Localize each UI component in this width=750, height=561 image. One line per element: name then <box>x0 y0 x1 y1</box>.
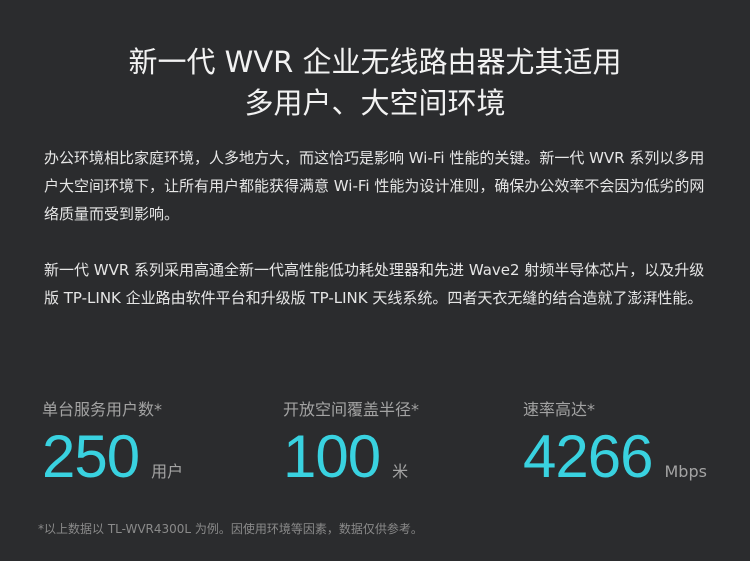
stat-value: 250 <box>42 423 140 490</box>
stat-value: 100 <box>283 423 381 490</box>
stat-speed: 速率高达* 4266 Mbps <box>523 398 707 490</box>
stat-label: 速率高达* <box>523 400 596 419</box>
stat-coverage: 开放空间覆盖半径* 100 米 <box>283 398 419 490</box>
footnote: *以上数据以 TL-WVR4300L 为例。因使用环境等因素，数据仅供参考。 <box>38 522 423 536</box>
stat-label: 开放空间覆盖半径* <box>283 400 420 419</box>
stat-unit: 米 <box>392 462 409 481</box>
stat-users: 单台服务用户数* 250 用户 <box>42 398 183 490</box>
stat-value: 4266 <box>523 423 653 490</box>
intro-paragraph: 办公环境相比家庭环境，人多地方大，而这恰巧是影响 Wi-Fi 性能的关键。新一代… <box>44 149 705 223</box>
stat-unit: Mbps <box>664 462 707 481</box>
headline-line-2: 多用户、大空间环境 <box>244 86 506 120</box>
stat-label: 单台服务用户数* <box>42 400 163 419</box>
stat-unit: 用户 <box>151 462 184 481</box>
headline-line-1: 新一代 WVR 企业无线路由器尤其适用 <box>128 45 622 79</box>
hardware-paragraph: 新一代 WVR 系列采用高通全新一代高性能低功耗处理器和先进 Wave2 射频半… <box>44 261 705 307</box>
page-headline: 新一代 WVR 企业无线路由器尤其适用 多用户、大空间环境 <box>0 42 750 124</box>
